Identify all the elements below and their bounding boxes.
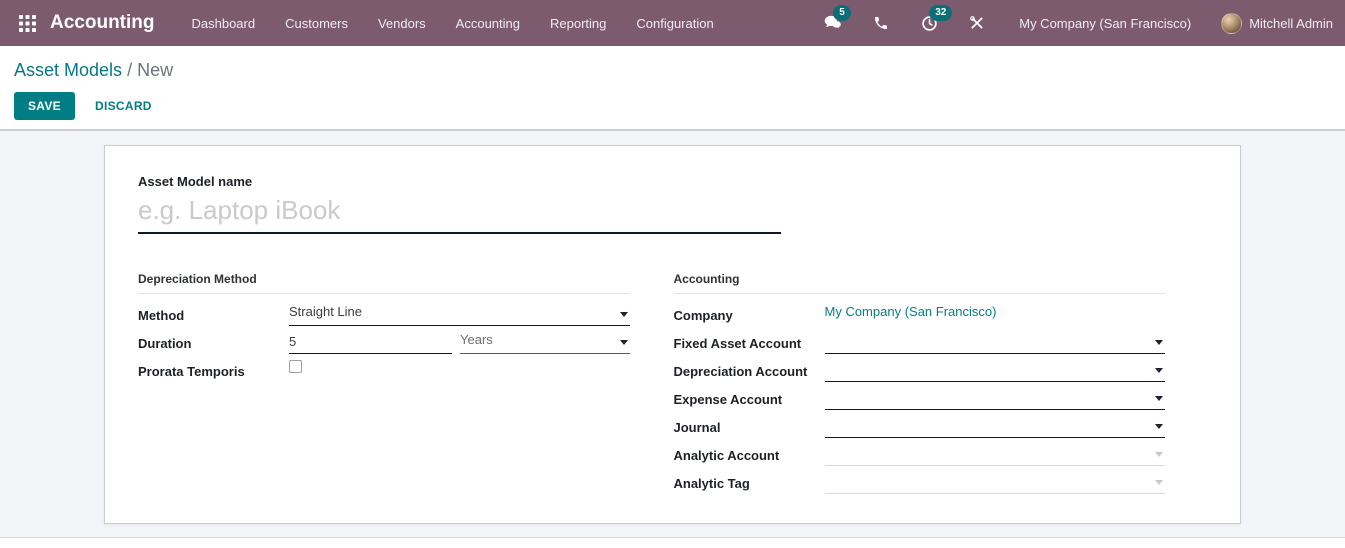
messages-badge: 5 xyxy=(833,5,851,21)
activities-badge: 32 xyxy=(929,5,953,21)
chevron-down-icon xyxy=(1155,340,1163,345)
fixed-asset-account-label: Fixed Asset Account xyxy=(673,336,802,351)
expense-account-row: Expense Account xyxy=(673,388,1165,410)
fixed-asset-account-select[interactable] xyxy=(824,332,1165,354)
user-avatar[interactable] xyxy=(1221,12,1243,34)
breadcrumb: Asset Models / New xyxy=(14,58,1329,82)
menu-customers[interactable]: Customers xyxy=(270,0,363,46)
chevron-down-icon xyxy=(1155,368,1163,373)
control-panel: Asset Models / New SAVE DISCARD xyxy=(0,46,1345,131)
menu-dashboard[interactable]: Dashboard xyxy=(177,0,271,46)
breadcrumb-asset-models[interactable]: Asset Models xyxy=(14,60,122,80)
save-button[interactable]: SAVE xyxy=(14,92,75,120)
chevron-down-icon xyxy=(1155,452,1163,457)
duration-value-input[interactable] xyxy=(289,332,452,354)
chevron-down-icon xyxy=(619,340,628,345)
method-select[interactable]: Straight Line xyxy=(289,304,630,326)
tools-wrench-icon[interactable] xyxy=(966,12,988,34)
asset-model-name-input[interactable] xyxy=(138,193,781,234)
company-label: Company xyxy=(673,308,733,323)
breadcrumb-new: New xyxy=(137,60,174,80)
apps-grid-icon[interactable] xyxy=(12,8,42,38)
phone-icon[interactable] xyxy=(870,12,892,34)
accounting-section: Accounting Company My Company (San Franc… xyxy=(673,272,1166,500)
menu-accounting[interactable]: Accounting xyxy=(441,0,535,46)
journal-label: Journal xyxy=(673,420,721,435)
form-sheet: Asset Model name Depreciation Method Met… xyxy=(104,145,1241,524)
page-bottom-strip xyxy=(0,538,1345,548)
analytic-account-select[interactable] xyxy=(824,444,1165,466)
prorata-checkbox[interactable] xyxy=(289,360,302,373)
chevron-down-icon xyxy=(1155,424,1163,429)
company-value-link[interactable]: My Company (San Francisco) xyxy=(825,304,1166,322)
analytic-account-label: Analytic Account xyxy=(673,448,780,463)
depreciation-account-row: Depreciation Account xyxy=(673,360,1165,382)
chevron-down-icon xyxy=(1155,480,1163,485)
analytic-tag-label: Analytic Tag xyxy=(673,476,750,491)
form-view-background: Asset Model name Depreciation Method Met… xyxy=(0,131,1345,538)
analytic-tag-select[interactable] xyxy=(824,472,1165,494)
menu-vendors[interactable]: Vendors xyxy=(363,0,441,46)
main-menu: Dashboard Customers Vendors Accounting R… xyxy=(177,0,729,46)
depreciation-account-select[interactable] xyxy=(824,360,1165,382)
discard-button[interactable]: DISCARD xyxy=(81,92,166,120)
menu-reporting[interactable]: Reporting xyxy=(535,0,621,46)
systray: 5 32 My Company (San Francisco) Mitchell… xyxy=(809,5,1333,34)
analytic-account-row: Analytic Account xyxy=(673,444,1165,466)
expense-account-label: Expense Account xyxy=(673,392,783,407)
messages-icon[interactable]: 5 xyxy=(822,5,851,34)
method-value: Straight Line xyxy=(289,304,362,319)
journal-row: Journal xyxy=(673,416,1165,438)
duration-unit-value: Years xyxy=(460,332,493,347)
asset-model-name-label: Asset Model name xyxy=(138,174,253,189)
app-title[interactable]: Accounting xyxy=(50,12,155,34)
depreciation-account-label: Depreciation Account xyxy=(673,364,808,379)
depreciation-section-title: Depreciation Method xyxy=(138,272,630,294)
breadcrumb-separator: / xyxy=(127,60,133,80)
expense-account-select[interactable] xyxy=(824,388,1165,410)
journal-select[interactable] xyxy=(824,416,1165,438)
top-navbar: Accounting Dashboard Customers Vendors A… xyxy=(0,0,1345,46)
method-label: Method xyxy=(138,308,185,323)
chevron-down-icon xyxy=(1155,396,1163,401)
duration-row: Duration Years xyxy=(138,332,630,354)
analytic-tag-row: Analytic Tag xyxy=(673,472,1165,494)
method-row: Method Straight Line xyxy=(138,304,630,326)
duration-label: Duration xyxy=(138,336,192,351)
chevron-down-icon xyxy=(619,312,628,317)
accounting-section-title: Accounting xyxy=(673,272,1165,294)
activities-clock-icon[interactable]: 32 xyxy=(918,5,953,34)
company-switcher[interactable]: My Company (San Francisco) xyxy=(1019,16,1191,31)
company-row: Company My Company (San Francisco) xyxy=(674,304,1166,326)
user-menu[interactable]: Mitchell Admin xyxy=(1249,16,1333,31)
depreciation-method-section: Depreciation Method Method Straight Line… xyxy=(138,272,630,500)
prorata-row: Prorata Temporis xyxy=(138,360,630,382)
menu-configuration[interactable]: Configuration xyxy=(621,0,728,46)
fixed-asset-account-row: Fixed Asset Account xyxy=(673,332,1165,354)
prorata-label: Prorata Temporis xyxy=(138,364,245,379)
duration-unit-select[interactable]: Years xyxy=(460,332,630,354)
